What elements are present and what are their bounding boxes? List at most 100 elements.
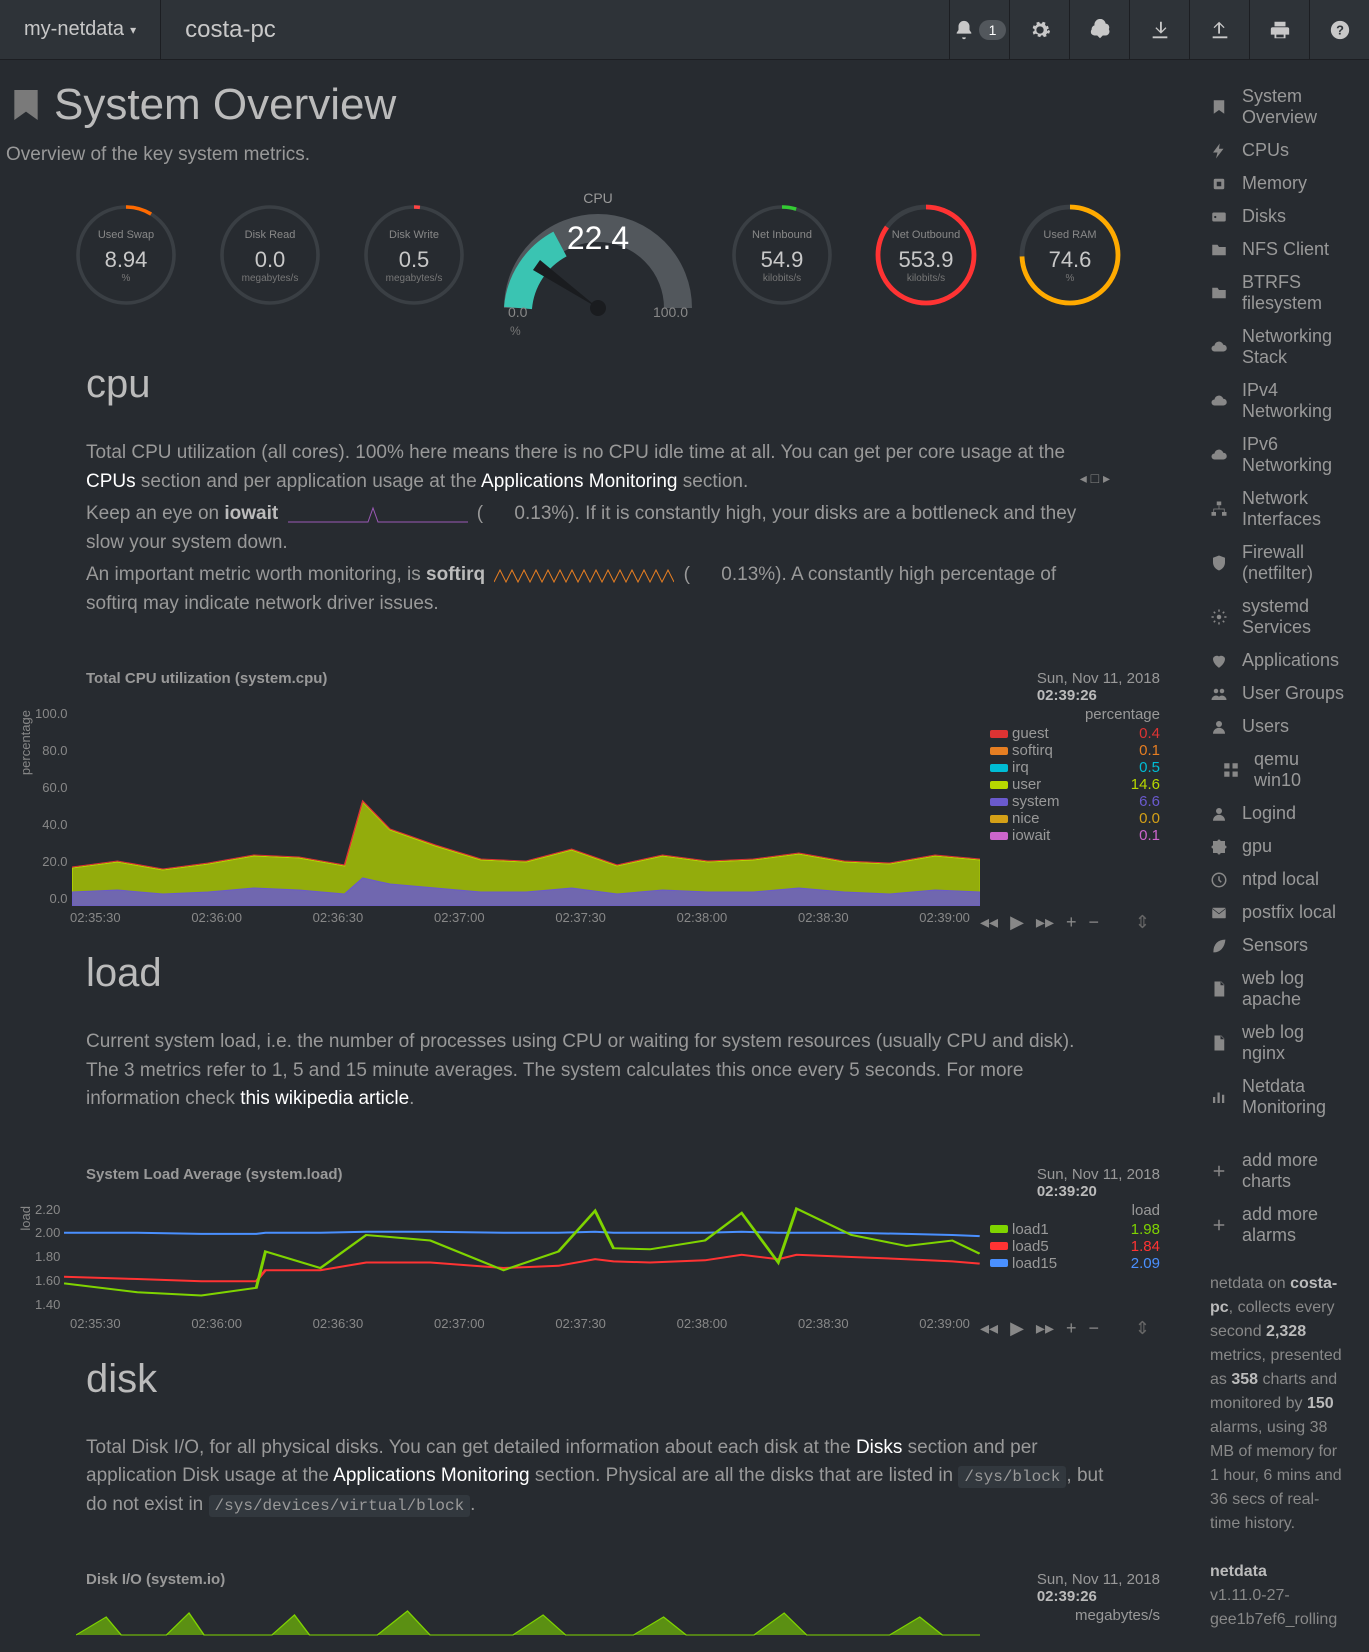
sidebar-item-user-groups[interactable]: User Groups <box>1190 677 1369 710</box>
chart-play-button[interactable]: ▶ <box>1010 912 1024 933</box>
chart-zoomin-button[interactable]: + <box>1066 912 1077 933</box>
nav-arrows[interactable]: ◂ □ ▸ <box>1080 468 1110 489</box>
brand-dropdown[interactable]: my-netdata ▾ <box>0 0 161 59</box>
sidebar-item-system-overview[interactable]: System Overview <box>1190 80 1369 134</box>
legend-header: megabytes/s <box>990 1607 1160 1624</box>
legend-item[interactable]: load11.98 <box>990 1221 1160 1238</box>
cloud-button[interactable] <box>1069 0 1129 60</box>
cloud-icon <box>1210 446 1228 464</box>
cpu-plot[interactable] <box>72 706 980 906</box>
sidebar-item-add-more-charts[interactable]: add more charts <box>1190 1144 1369 1198</box>
sidebar-item-networking-stack[interactable]: Networking Stack <box>1190 320 1369 374</box>
product-version: v1.11.0-27-gee1b7ef6_rolling <box>1210 1587 1337 1628</box>
print-icon <box>1269 19 1291 41</box>
gauge-ram[interactable]: Used RAM74.6% <box>1010 195 1130 315</box>
gauge-cpu[interactable]: CPU 22.4 0.0 100.0 % <box>498 190 698 320</box>
apps-link[interactable]: Applications Monitoring <box>333 1465 529 1486</box>
chart-resize-button[interactable]: ⇕ <box>1135 1318 1150 1339</box>
gauge-disk-write[interactable]: Disk Write0.5megabytes/s <box>354 195 474 315</box>
chart-resize-button[interactable]: ⇕ <box>1135 912 1150 933</box>
sidebar-item-web-log-apache[interactable]: web log apache <box>1190 962 1369 1016</box>
chart-zoomin-button[interactable]: + <box>1066 1318 1077 1339</box>
sidebar-item-memory[interactable]: Memory <box>1190 167 1369 200</box>
chart-forward-button[interactable]: ▸▸ <box>1036 912 1054 933</box>
sidebar-item-gpu[interactable]: gpu <box>1190 830 1369 863</box>
sidebar-item-label: gpu <box>1242 836 1272 857</box>
cloud-download-icon <box>1089 19 1111 41</box>
legend-item[interactable]: nice0.0 <box>990 810 1160 827</box>
chart-zoomout-button[interactable]: − <box>1089 1318 1100 1339</box>
sidebar-item-qemu-win10[interactable]: qemu win10 <box>1190 743 1369 797</box>
gauge-min: 0.0 <box>508 304 527 320</box>
download-button[interactable] <box>1129 0 1189 60</box>
disks-link[interactable]: Disks <box>856 1437 902 1458</box>
gauge-unit: % <box>1010 273 1130 284</box>
sidebar-item-ipv6-networking[interactable]: IPv6 Networking <box>1190 428 1369 482</box>
sidebar-item-nfs-client[interactable]: NFS Client <box>1190 233 1369 266</box>
disk-plot[interactable] <box>76 1607 980 1637</box>
chart-forward-button[interactable]: ▸▸ <box>1036 1318 1054 1339</box>
gauge-label: CPU <box>498 190 698 206</box>
sidebar-item-btrfs-filesystem[interactable]: BTRFS filesystem <box>1190 266 1369 320</box>
sidebar-item-postfix-local[interactable]: postfix local <box>1190 896 1369 929</box>
chart-rewind-button[interactable]: ◂◂ <box>980 1318 998 1339</box>
legend-item[interactable]: iowait0.1 <box>990 827 1160 844</box>
sidebar-item-label: Users <box>1242 716 1289 737</box>
sidebar-item-label: web log apache <box>1242 968 1349 1010</box>
sidebar-item-label: Sensors <box>1242 935 1308 956</box>
sidebar-item-disks[interactable]: Disks <box>1190 200 1369 233</box>
sidebar-item-ntpd-local[interactable]: ntpd local <box>1190 863 1369 896</box>
load-chart-card: System Load Average (system.load) Sun, N… <box>6 1158 1190 1339</box>
sidebar-item-network-interfaces[interactable]: Network Interfaces <box>1190 482 1369 536</box>
gauge-swap[interactable]: Used Swap8.94% <box>66 195 186 315</box>
sidebar-item-netdata-monitoring[interactable]: Netdata Monitoring <box>1190 1070 1369 1124</box>
sidebar-item-ipv4-networking[interactable]: IPv4 Networking <box>1190 374 1369 428</box>
gauge-net-out[interactable]: Net Outbound553.9kilobits/s <box>866 195 986 315</box>
wikipedia-link[interactable]: this wikipedia article <box>240 1088 409 1109</box>
code-path: /sys/devices/virtual/block <box>209 1495 471 1517</box>
sidebar-item-sensors[interactable]: Sensors <box>1190 929 1369 962</box>
sidebar-item-add-more-alarms[interactable]: add more alarms <box>1190 1198 1369 1252</box>
load-plot[interactable] <box>64 1202 980 1312</box>
legend-name: guest <box>1012 725 1139 742</box>
users-icon <box>1210 685 1228 703</box>
legend-item[interactable]: load152.09 <box>990 1255 1160 1272</box>
sidebar-item-systemd-services[interactable]: systemd Services <box>1190 590 1369 644</box>
sidebar-item-label: User Groups <box>1242 683 1344 704</box>
gauge-disk-read[interactable]: Disk Read0.0megabytes/s <box>210 195 330 315</box>
legend-item[interactable]: load51.84 <box>990 1238 1160 1255</box>
chart-zoomout-button[interactable]: − <box>1089 912 1100 933</box>
gauge-max: 100.0 <box>653 304 688 320</box>
legend-item[interactable]: irq0.5 <box>990 759 1160 776</box>
legend-item[interactable]: guest0.4 <box>990 725 1160 742</box>
legend-value: 0.0 <box>1139 810 1160 827</box>
cpu-desc-2: Keep an eye on iowait ( 0.13%). If it is… <box>86 500 1110 557</box>
sidebar-item-logind[interactable]: Logind <box>1190 797 1369 830</box>
legend-item[interactable]: system6.6 <box>990 793 1160 810</box>
print-button[interactable] <box>1249 0 1309 60</box>
user-icon <box>1210 718 1228 736</box>
sidebar-item-label: postfix local <box>1242 902 1336 923</box>
help-button[interactable]: ? <box>1309 0 1369 60</box>
sidebar-item-applications[interactable]: Applications <box>1190 644 1369 677</box>
cpus-link[interactable]: CPUs <box>86 471 136 492</box>
x-ticks: 02:35:3002:36:0002:36:3002:37:0002:37:30… <box>16 1312 980 1339</box>
apps-link[interactable]: Applications Monitoring <box>481 471 677 492</box>
legend-name: load15 <box>1012 1255 1131 1272</box>
upload-button[interactable] <box>1189 0 1249 60</box>
alerts-button[interactable]: 1 <box>949 0 1009 60</box>
sidebar-item-cpus[interactable]: CPUs <box>1190 134 1369 167</box>
sidebar-item-users[interactable]: Users <box>1190 710 1369 743</box>
settings-button[interactable] <box>1009 0 1069 60</box>
sitemap-icon <box>1210 500 1228 518</box>
chart-play-button[interactable]: ▶ <box>1010 1318 1024 1339</box>
folder-icon <box>1210 241 1228 259</box>
chart-rewind-button[interactable]: ◂◂ <box>980 912 998 933</box>
sidebar-item-firewall-netfilter-[interactable]: Firewall (netfilter) <box>1190 536 1369 590</box>
legend-item[interactable]: user14.6 <box>990 776 1160 793</box>
upload-icon <box>1209 19 1231 41</box>
legend-item[interactable]: softirq0.1 <box>990 742 1160 759</box>
disk-chart-card: Disk I/O (system.io) Sun, Nov 11, 201802… <box>6 1563 1190 1637</box>
sidebar-item-web-log-nginx[interactable]: web log nginx <box>1190 1016 1369 1070</box>
gauge-net-in[interactable]: Net Inbound54.9kilobits/s <box>722 195 842 315</box>
